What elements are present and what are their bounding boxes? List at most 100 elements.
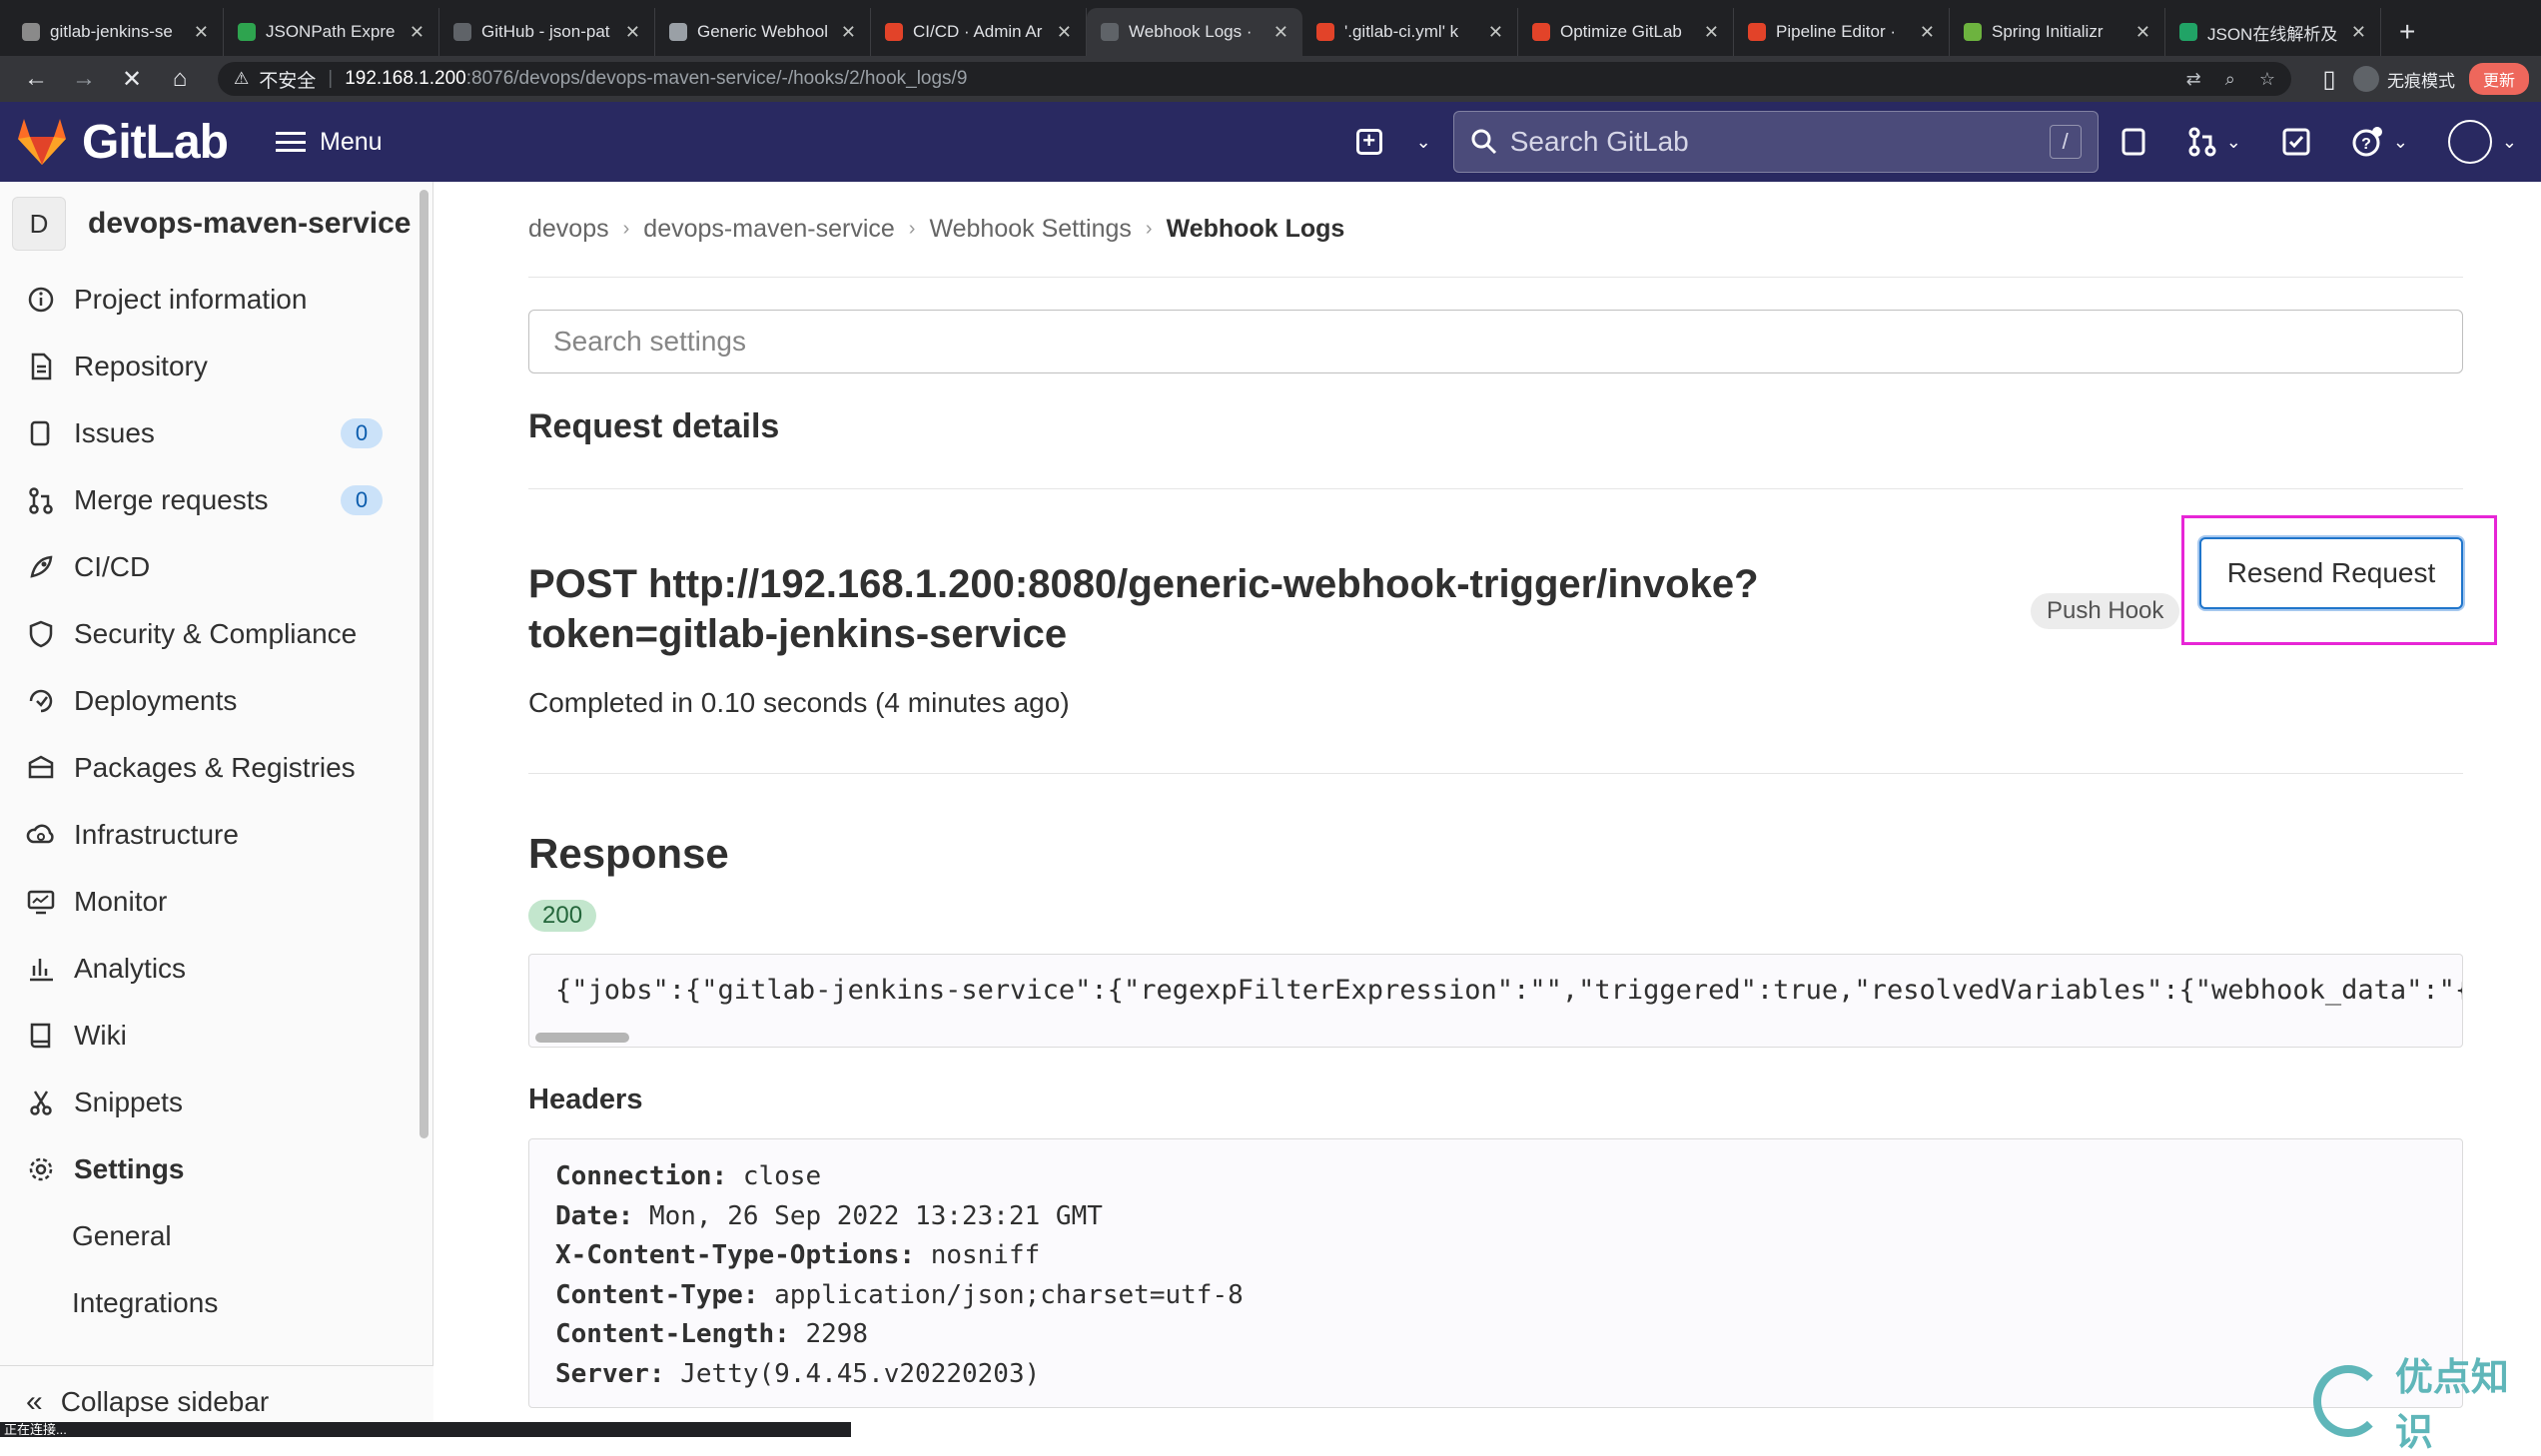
incognito-indicator[interactable]: 无痕模式 bbox=[2352, 66, 2455, 92]
close-icon[interactable]: ✕ bbox=[1057, 22, 1072, 43]
url-path: :8076/devops/devops-maven-service/-/hook… bbox=[465, 68, 968, 89]
gitlab-header: GitLab Menu + ⌄ Search GitLab / ⌄ ? ⌄ ⌄ bbox=[0, 102, 2541, 182]
sidebar-subitem-integrations[interactable]: Integrations bbox=[0, 1269, 432, 1336]
sidebar-item-repository[interactable]: Repository bbox=[0, 333, 432, 399]
resend-request-button[interactable]: Resend Request bbox=[2199, 537, 2463, 609]
sidebar-nav: Project information Repository Issues 0 Merg… bbox=[0, 266, 432, 1202]
browser-tab[interactable]: CI/CD · Admin Ar ✕ bbox=[871, 8, 1087, 56]
user-menu[interactable]: ⌄ bbox=[2447, 120, 2517, 164]
omnibox-actions: ⇄ ⌕ ☆ bbox=[2186, 69, 2275, 90]
close-icon[interactable]: ✕ bbox=[194, 22, 209, 43]
close-icon[interactable]: ✕ bbox=[841, 22, 856, 43]
breadcrumb: devops › devops-maven-service › Webhook Sett… bbox=[528, 182, 2463, 278]
bookmark-star-icon[interactable]: ☆ bbox=[2259, 69, 2275, 90]
issues-icon bbox=[26, 418, 56, 448]
new-tab-button[interactable]: + bbox=[2381, 8, 2433, 56]
create-new-dropdown[interactable]: + ⌄ bbox=[1355, 129, 1431, 155]
sidebar-item-project-information[interactable]: Project information bbox=[0, 266, 432, 333]
header-key: Date: bbox=[555, 1200, 634, 1231]
browser-tab[interactable]: '.gitlab-ci.yml' k ✕ bbox=[1302, 8, 1518, 56]
status-code-badge: 200 bbox=[528, 900, 597, 932]
response-body: {"jobs":{"gitlab-jenkins-service":{"rege… bbox=[555, 975, 2463, 1006]
favicon-icon bbox=[1748, 23, 1766, 41]
header-key: Content-Length: bbox=[555, 1319, 790, 1349]
response-body-box[interactable]: {"jobs":{"gitlab-jenkins-service":{"rege… bbox=[528, 954, 2463, 1048]
zoom-icon[interactable]: ⌕ bbox=[2225, 69, 2235, 90]
forward-icon[interactable]: → bbox=[60, 65, 108, 93]
sidebar-item-snippets[interactable]: Snippets bbox=[0, 1069, 432, 1135]
search-settings-input[interactable]: Search settings bbox=[528, 310, 2463, 373]
header-key: Server: bbox=[555, 1358, 665, 1389]
close-icon[interactable]: ✕ bbox=[410, 22, 424, 43]
translate-icon[interactable]: ⇄ bbox=[2186, 69, 2201, 90]
shield-icon bbox=[26, 619, 56, 649]
tab-title: JSON在线解析及 bbox=[2207, 24, 2338, 44]
update-button[interactable]: 更新 bbox=[2468, 63, 2529, 95]
url-input[interactable]: ⚠ 不安全 | 192.168.1.200 :8076/devops/devop… bbox=[218, 62, 2291, 96]
menu-button[interactable]: Menu bbox=[276, 128, 383, 157]
browser-tab[interactable]: Generic Webhool ✕ bbox=[655, 8, 871, 56]
close-icon[interactable]: ✕ bbox=[2351, 22, 2366, 43]
close-icon[interactable]: ✕ bbox=[1704, 22, 1719, 43]
favicon-icon bbox=[22, 23, 40, 41]
browser-tab[interactable]: Webhook Logs · ✕ bbox=[1087, 8, 1302, 56]
home-icon[interactable]: ⌂ bbox=[156, 65, 204, 93]
sidebar-item-merge-requests[interactable]: Merge requests 0 bbox=[0, 466, 432, 533]
browser-tab[interactable]: JSONPath Expre ✕ bbox=[224, 8, 439, 56]
rocket-icon bbox=[26, 552, 56, 582]
url-host: 192.168.1.200 bbox=[345, 68, 466, 89]
header-value: Mon, 26 Sep 2022 13:23:21 GMT bbox=[648, 1200, 1103, 1231]
breadcrumb-item[interactable]: devops bbox=[528, 215, 609, 244]
browser-tab[interactable]: JSON在线解析及 ✕ bbox=[2165, 8, 2381, 56]
issues-icon[interactable] bbox=[2120, 127, 2148, 157]
sidebar-item-security-compliance[interactable]: Security & Compliance bbox=[0, 600, 432, 667]
header-key: Content-Type: bbox=[555, 1279, 759, 1310]
browser-tab[interactable]: gitlab-jenkins-se ✕ bbox=[8, 8, 224, 56]
sidepanel-icon[interactable]: ▯ bbox=[2305, 65, 2353, 94]
header-line: X-Content-Type-Options: nosniff bbox=[555, 1236, 2436, 1276]
sidebar-item-label: Settings bbox=[74, 1152, 185, 1184]
header-key: X-Content-Type-Options: bbox=[555, 1240, 916, 1270]
sidebar-item-issues[interactable]: Issues 0 bbox=[0, 399, 432, 466]
project-header[interactable]: D devops-maven-service bbox=[0, 182, 432, 266]
sidebar-item-deployments[interactable]: Deployments bbox=[0, 667, 432, 734]
sidebar-item-label: Monitor bbox=[74, 885, 168, 917]
sidebar-scrollbar[interactable] bbox=[420, 190, 428, 1138]
search-placeholder: Search GitLab bbox=[1509, 126, 1689, 157]
sidebar-item-label: CI/CD bbox=[74, 550, 151, 582]
close-icon[interactable]: ✕ bbox=[1488, 22, 1503, 43]
avatar bbox=[2447, 120, 2492, 164]
favicon-icon bbox=[1964, 23, 1982, 41]
browser-tab[interactable]: GitHub - json-pat ✕ bbox=[439, 8, 655, 56]
breadcrumb-item[interactable]: devops-maven-service bbox=[643, 215, 895, 244]
sidebar-item-label: Security & Compliance bbox=[74, 617, 358, 649]
close-icon[interactable]: ✕ bbox=[1920, 22, 1935, 43]
browser-address-bar: ← → ✕ ⌂ ⚠ 不安全 | 192.168.1.200 :8076/devo… bbox=[0, 56, 2541, 102]
close-icon[interactable]: ✕ bbox=[2135, 22, 2150, 43]
search-gitlab-input[interactable]: Search GitLab / bbox=[1452, 111, 2099, 173]
back-icon[interactable]: ← bbox=[12, 65, 60, 93]
todo-icon[interactable] bbox=[2281, 127, 2311, 157]
merge-requests-dropdown[interactable]: ⌄ bbox=[2188, 127, 2241, 157]
help-dropdown[interactable]: ? ⌄ bbox=[2351, 126, 2408, 158]
browser-status-text: 正在连接... bbox=[0, 1422, 851, 1437]
browser-tab[interactable]: Pipeline Editor · ✕ bbox=[1734, 8, 1950, 56]
browser-tab[interactable]: Spring Initializr ✕ bbox=[1950, 8, 2165, 56]
gitlab-logo[interactable]: GitLab bbox=[16, 115, 229, 170]
sidebar-item-ci-cd[interactable]: CI/CD bbox=[0, 533, 432, 600]
stop-icon[interactable]: ✕ bbox=[108, 65, 156, 94]
sidebar-item-infrastructure[interactable]: Infrastructure bbox=[0, 801, 432, 868]
sidebar-item-monitor[interactable]: Monitor bbox=[0, 868, 432, 935]
breadcrumb-item[interactable]: Webhook Settings bbox=[929, 215, 1131, 244]
monitor-icon bbox=[26, 887, 56, 917]
sidebar-item-packages-registries[interactable]: Packages & Registries bbox=[0, 734, 432, 801]
sidebar-item-analytics[interactable]: Analytics bbox=[0, 935, 432, 1002]
chevron-down-icon: ⌄ bbox=[2225, 131, 2241, 152]
horizontal-scrollbar[interactable] bbox=[535, 1033, 629, 1043]
close-icon[interactable]: ✕ bbox=[1273, 22, 1288, 43]
sidebar-subitem-general[interactable]: General bbox=[0, 1202, 432, 1269]
close-icon[interactable]: ✕ bbox=[625, 22, 640, 43]
browser-tab[interactable]: Optimize GitLab ✕ bbox=[1518, 8, 1734, 56]
sidebar-item-wiki[interactable]: Wiki bbox=[0, 1002, 432, 1069]
sidebar-item-settings[interactable]: Settings bbox=[0, 1135, 432, 1202]
